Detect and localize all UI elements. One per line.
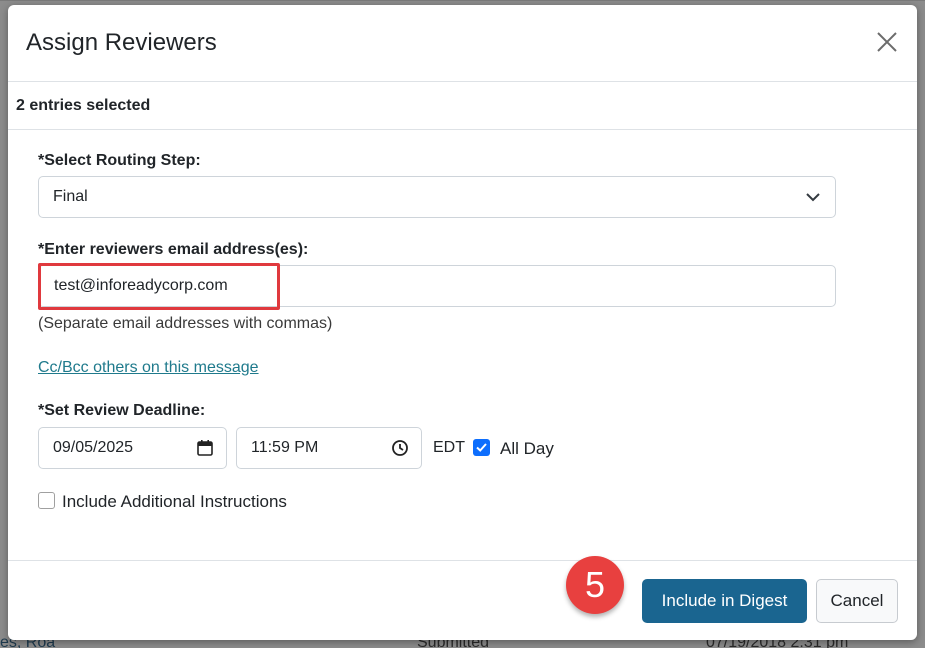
close-icon [877, 32, 897, 52]
calendar-icon[interactable] [196, 439, 214, 457]
deadline-time-input[interactable]: 11:59 PM [236, 427, 422, 469]
additional-instructions-label: Include Additional Instructions [62, 492, 287, 511]
reviewer-email-label: *Enter reviewers email address(es): [38, 241, 309, 258]
deadline-date-value: 09/05/2025 [53, 439, 134, 456]
routing-step-value: Final [53, 188, 88, 205]
checkmark-icon [476, 443, 487, 452]
chevron-down-icon [806, 193, 820, 202]
email-hint: (Separate email addresses with commas) [38, 315, 333, 332]
all-day-label: All Day [500, 439, 554, 458]
modal-footer: 5 Include in Digest Cancel [8, 556, 917, 640]
highlight-box [38, 263, 280, 310]
modal-header: Assign Reviewers [8, 5, 917, 82]
all-day-checkbox[interactable] [473, 439, 490, 456]
bg-divider [0, 0, 925, 1]
selection-summary: 2 entries selected [8, 82, 917, 130]
assign-reviewers-modal: Assign Reviewers 2 entries selected *Sel… [8, 5, 917, 640]
modal-body: *Select Routing Step: Final *Enter revie… [8, 130, 917, 562]
close-button[interactable] [875, 30, 899, 54]
step-number-badge: 5 [566, 556, 624, 614]
timezone-label: EDT [433, 439, 465, 456]
review-deadline-label: *Set Review Deadline: [38, 402, 206, 419]
deadline-date-input[interactable]: 09/05/2025 [38, 427, 227, 469]
clock-icon[interactable] [391, 439, 409, 457]
routing-step-label: *Select Routing Step: [38, 152, 201, 169]
routing-step-select[interactable]: Final [38, 176, 836, 218]
include-in-digest-button[interactable]: Include in Digest [642, 579, 807, 623]
deadline-time-value: 11:59 PM [251, 439, 319, 456]
cancel-button[interactable]: Cancel [816, 579, 898, 623]
cc-bcc-link[interactable]: Cc/Bcc others on this message [38, 359, 259, 377]
modal-title: Assign Reviewers [26, 29, 217, 56]
additional-instructions-checkbox[interactable] [38, 492, 55, 509]
